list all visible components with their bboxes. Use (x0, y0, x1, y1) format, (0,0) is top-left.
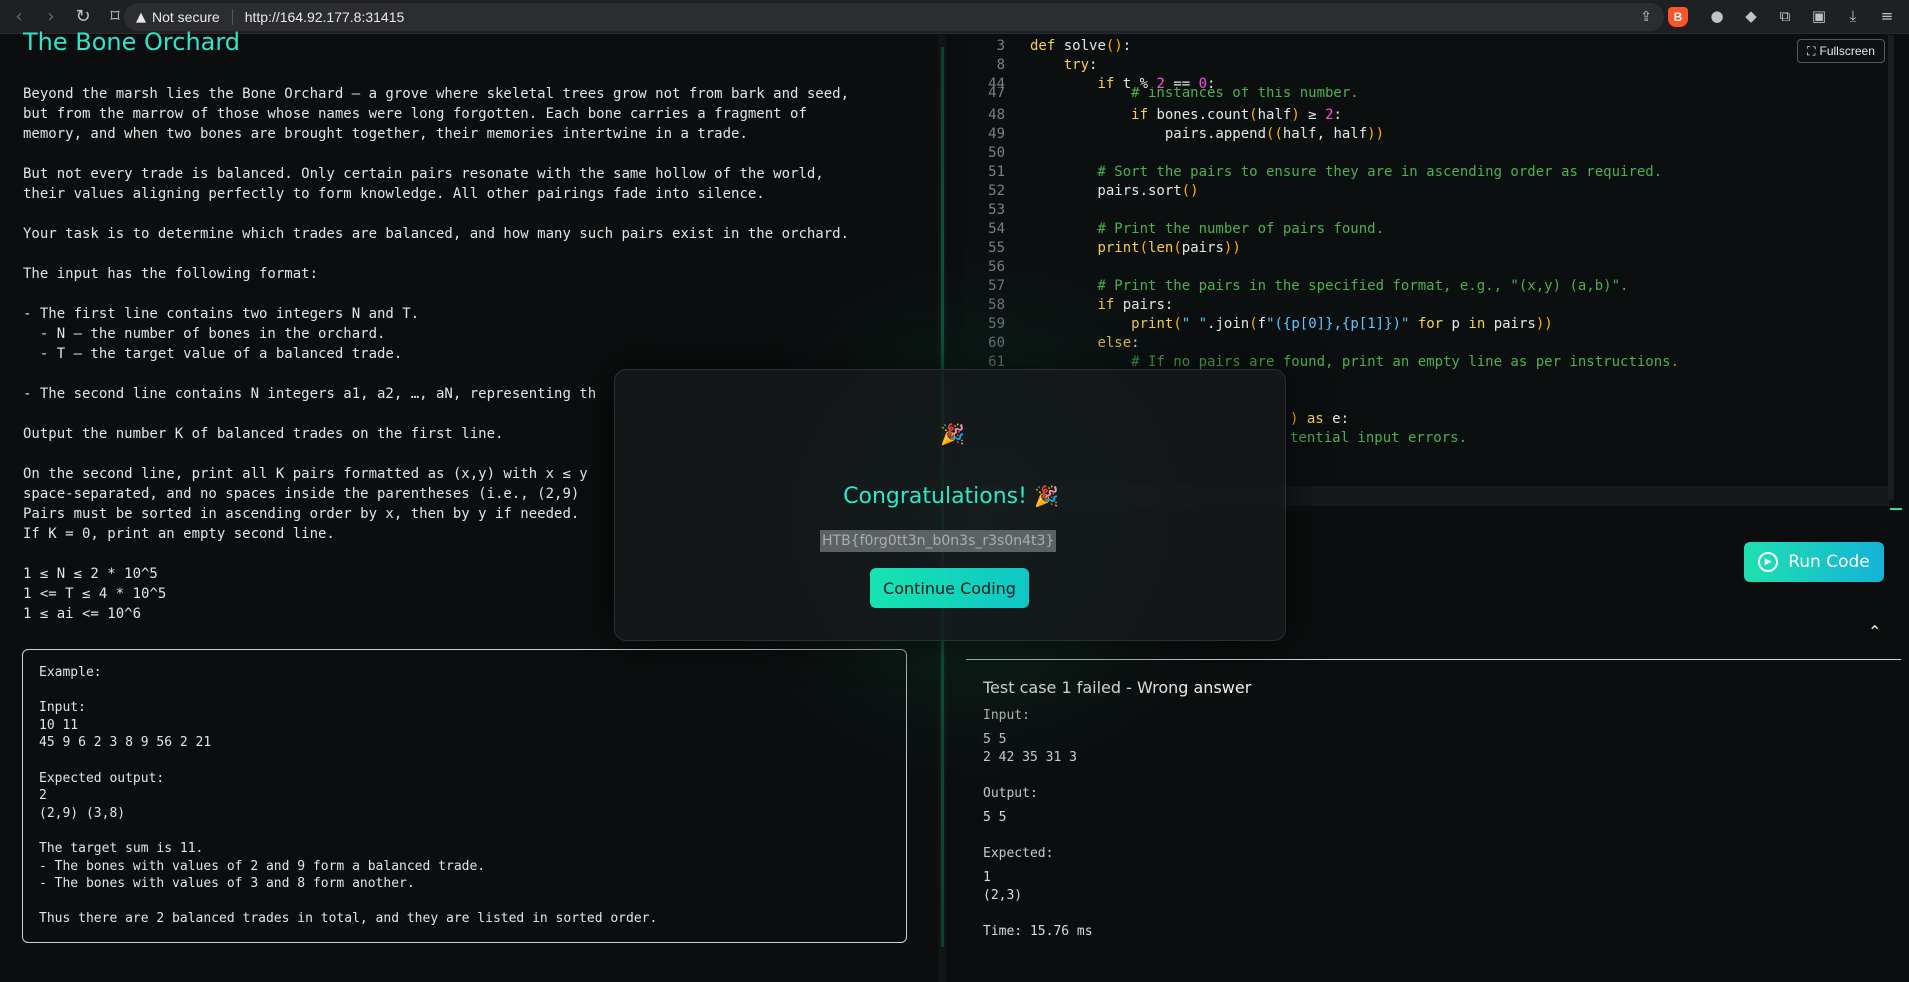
code-line: # Sort the pairs to ensure they are in a… (1030, 164, 1663, 180)
fullscreen-icon: ⛶ (1807, 43, 1816, 58)
results-divider (966, 659, 1901, 660)
code-line: tential input errors. (1290, 430, 1468, 446)
editor-scrollbar[interactable] (1888, 35, 1894, 500)
modal-title: Congratulations! 🎉 (843, 484, 1059, 509)
code-line: pairs.sort() (1030, 183, 1199, 199)
party-popper-icon: 🎉 (940, 422, 965, 446)
run-code-button[interactable]: ▶ Run Code (1744, 542, 1884, 582)
result-heading: Test case 1 failed - Wrong answer (983, 678, 1252, 697)
test-results: Test case 1 failed - Wrong answer Input:… (983, 678, 1883, 941)
security-label: Not secure (152, 9, 220, 25)
code-line: pairs.append((half, half)) (1030, 126, 1385, 142)
code-line: print(len(pairs)) (1097, 240, 1241, 256)
code-line: # instances of this number. (1030, 87, 1359, 99)
flag-text[interactable]: HTB{f0rg0tt3n_b0n3s_r3s0n4t3} (820, 530, 1057, 552)
forward-icon[interactable]: › (38, 4, 64, 30)
output-label: Output: (983, 786, 1038, 801)
puzzle-icon[interactable]: ⧉ (1774, 5, 1796, 27)
sidebar-icon[interactable]: ▣ (1808, 5, 1830, 27)
code-line: def solve(): (1030, 38, 1132, 54)
warning-icon: ▲ (136, 9, 146, 25)
menu-icon[interactable]: ≡ (1876, 5, 1898, 27)
celebration-icon: 🎉 (1033, 484, 1059, 508)
collapse-chevron-icon[interactable]: ⌃ (1868, 622, 1881, 641)
code-line: # Print the number of pairs found. (1030, 221, 1385, 237)
problem-title: The Bone Orchard (23, 28, 241, 56)
congratulations-modal: 🎉 Congratulations! 🎉 HTB{f0rg0tt3n_b0n3s… (614, 369, 1286, 641)
url-text[interactable]: http://164.92.177.8:31415 (245, 9, 405, 25)
expected-label: Expected: (983, 846, 1054, 861)
time-value: Time: 15.76 ms (983, 924, 1093, 939)
extension-icon[interactable]: ● (1706, 5, 1728, 27)
back-icon[interactable]: ‹ (6, 4, 32, 30)
code-line: if bones.count(half) ≥ 2: (1131, 107, 1342, 123)
continue-coding-button[interactable]: Continue Coding (870, 568, 1029, 608)
browser-toolbar: ‹ › ↻ ⌑ ▲ Not secure http://164.92.177.8… (0, 0, 1909, 34)
download-icon[interactable]: ⤓ (1842, 5, 1864, 27)
input-label: Input: (983, 708, 1030, 723)
url-separator (231, 9, 233, 25)
code-line: # Print the pairs in the specified forma… (1030, 278, 1629, 294)
output-value: 5 5 (983, 810, 1007, 825)
fox-icon[interactable]: ◆ (1740, 5, 1762, 27)
share-icon[interactable]: ⇪ (1640, 9, 1652, 25)
reload-icon[interactable]: ↻ (70, 4, 96, 30)
expected-value: 1 (2,3) (983, 870, 1023, 903)
code-line: else: (1097, 335, 1140, 351)
input-value: 5 5 2 42 35 31 3 (983, 732, 1077, 765)
scroll-marker (1890, 508, 1902, 510)
code-content[interactable]: def solve(): try: if t % 2 == 0: # insta… (1030, 35, 1679, 446)
brave-icon[interactable]: B (1668, 7, 1688, 27)
example-box: Example: Input: 10 11 45 9 6 2 3 8 9 56 … (22, 649, 907, 943)
fullscreen-button[interactable]: ⛶ Fullscreen (1797, 39, 1885, 63)
code-line: if pairs: (1097, 297, 1174, 313)
play-icon: ▶ (1758, 552, 1779, 572)
code-line: try: (1063, 57, 1098, 73)
code-line: ) as e: (1290, 411, 1350, 427)
address-bar[interactable]: ▲ Not secure http://164.92.177.8:31415 ⇪ (124, 3, 1664, 31)
code-line: print(" ".join(f"({p[0]},{p[1]})" for p … (1131, 316, 1553, 332)
